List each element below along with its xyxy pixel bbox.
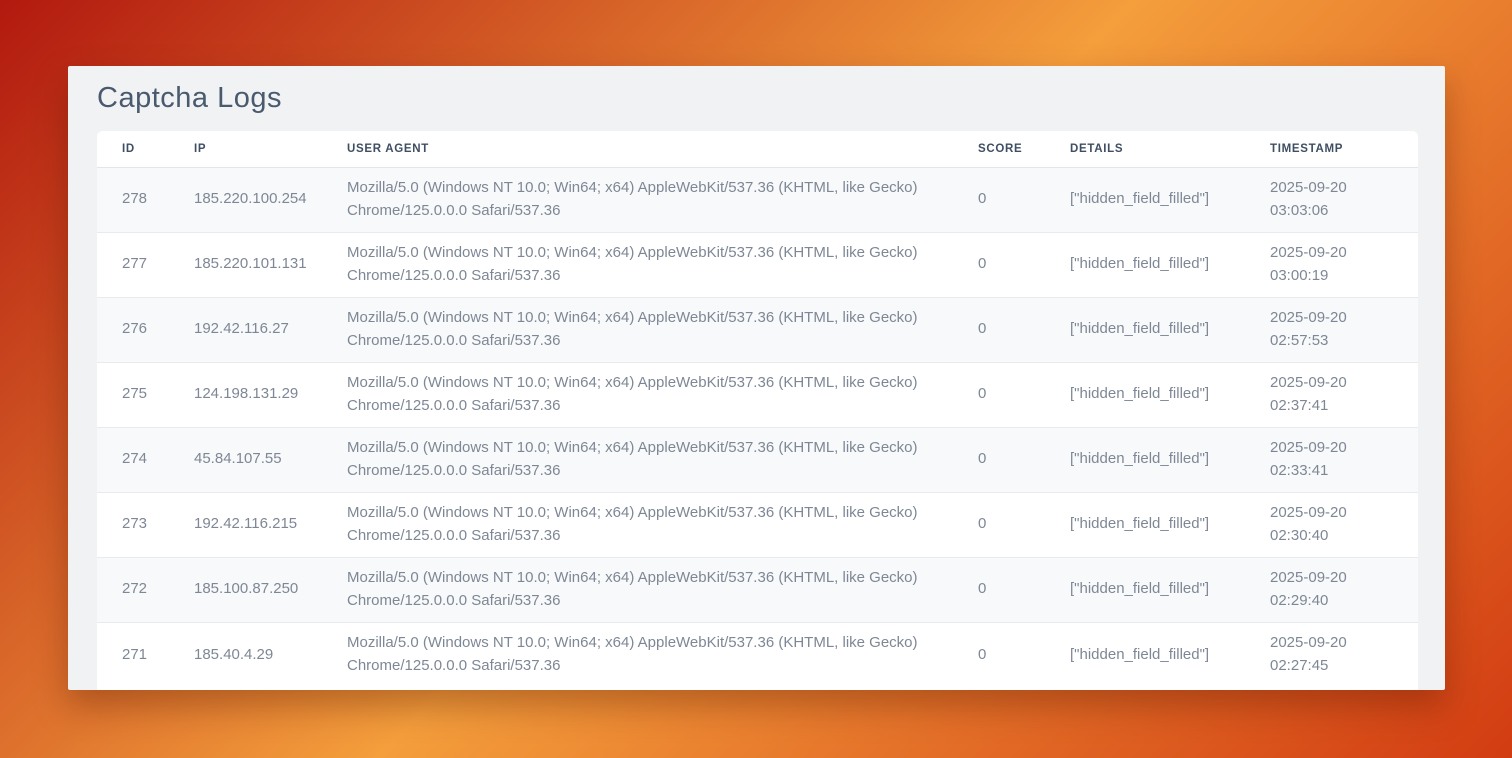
page-title: Captcha Logs (97, 82, 282, 115)
cell-details: ["hidden_field_filled"] (1045, 167, 1245, 232)
cell-id: 271 (97, 622, 169, 687)
cell-id: 276 (97, 297, 169, 362)
cell-details: ["hidden_field_filled"] (1045, 427, 1245, 492)
cell-score: 0 (953, 622, 1045, 687)
cell-score: 0 (953, 557, 1045, 622)
table-row: 273 192.42.116.215 Mozilla/5.0 (Windows … (97, 492, 1418, 557)
captcha-logs-card: Captcha Logs ID IP USER AGENT SCORE DETA… (68, 66, 1445, 690)
app-background: { "page": { "title": "Captcha Logs" }, "… (0, 0, 1512, 758)
cell-ip: 185.40.4.29 (169, 622, 322, 687)
cell-ip: 185.220.100.254 (169, 167, 322, 232)
column-header-score: SCORE (953, 131, 1045, 167)
cell-timestamp: 2025-09-20 03:00:19 (1245, 232, 1418, 297)
cell-details: ["hidden_field_filled"] (1045, 557, 1245, 622)
cell-score: 0 (953, 167, 1045, 232)
cell-score: 0 (953, 232, 1045, 297)
table-body: 278 185.220.100.254 Mozilla/5.0 (Windows… (97, 167, 1418, 687)
cell-score: 0 (953, 362, 1045, 427)
cell-id: 278 (97, 167, 169, 232)
table-header-row: ID IP USER AGENT SCORE DETAILS TIMESTAMP (97, 131, 1418, 167)
cell-score: 0 (953, 492, 1045, 557)
table-row: 271 185.40.4.29 Mozilla/5.0 (Windows NT … (97, 622, 1418, 687)
cell-timestamp: 2025-09-20 02:33:41 (1245, 427, 1418, 492)
captcha-logs-table: ID IP USER AGENT SCORE DETAILS TIMESTAMP… (97, 131, 1418, 687)
cell-user-agent: Mozilla/5.0 (Windows NT 10.0; Win64; x64… (322, 362, 953, 427)
cell-timestamp: 2025-09-20 02:57:53 (1245, 297, 1418, 362)
cell-details: ["hidden_field_filled"] (1045, 362, 1245, 427)
cell-details: ["hidden_field_filled"] (1045, 622, 1245, 687)
cell-user-agent: Mozilla/5.0 (Windows NT 10.0; Win64; x64… (322, 297, 953, 362)
cell-ip: 192.42.116.27 (169, 297, 322, 362)
cell-user-agent: Mozilla/5.0 (Windows NT 10.0; Win64; x64… (322, 492, 953, 557)
column-header-user-agent: USER AGENT (322, 131, 953, 167)
table-header: ID IP USER AGENT SCORE DETAILS TIMESTAMP (97, 131, 1418, 167)
cell-score: 0 (953, 297, 1045, 362)
cell-id: 274 (97, 427, 169, 492)
cell-user-agent: Mozilla/5.0 (Windows NT 10.0; Win64; x64… (322, 622, 953, 687)
cell-timestamp: 2025-09-20 02:27:45 (1245, 622, 1418, 687)
cell-user-agent: Mozilla/5.0 (Windows NT 10.0; Win64; x64… (322, 557, 953, 622)
captcha-logs-table-panel: ID IP USER AGENT SCORE DETAILS TIMESTAMP… (97, 131, 1418, 690)
cell-timestamp: 2025-09-20 02:30:40 (1245, 492, 1418, 557)
column-header-details: DETAILS (1045, 131, 1245, 167)
cell-ip: 185.100.87.250 (169, 557, 322, 622)
table-row: 272 185.100.87.250 Mozilla/5.0 (Windows … (97, 557, 1418, 622)
column-header-id: ID (97, 131, 169, 167)
column-header-ip: IP (169, 131, 322, 167)
cell-timestamp: 2025-09-20 02:29:40 (1245, 557, 1418, 622)
table-row: 276 192.42.116.27 Mozilla/5.0 (Windows N… (97, 297, 1418, 362)
table-row: 277 185.220.101.131 Mozilla/5.0 (Windows… (97, 232, 1418, 297)
cell-details: ["hidden_field_filled"] (1045, 232, 1245, 297)
cell-timestamp: 2025-09-20 03:03:06 (1245, 167, 1418, 232)
table-row: 275 124.198.131.29 Mozilla/5.0 (Windows … (97, 362, 1418, 427)
cell-details: ["hidden_field_filled"] (1045, 492, 1245, 557)
column-header-timestamp: TIMESTAMP (1245, 131, 1418, 167)
cell-ip: 124.198.131.29 (169, 362, 322, 427)
cell-score: 0 (953, 427, 1045, 492)
cell-id: 275 (97, 362, 169, 427)
cell-ip: 192.42.116.215 (169, 492, 322, 557)
cell-id: 273 (97, 492, 169, 557)
cell-user-agent: Mozilla/5.0 (Windows NT 10.0; Win64; x64… (322, 232, 953, 297)
cell-id: 272 (97, 557, 169, 622)
cell-ip: 45.84.107.55 (169, 427, 322, 492)
cell-ip: 185.220.101.131 (169, 232, 322, 297)
cell-user-agent: Mozilla/5.0 (Windows NT 10.0; Win64; x64… (322, 427, 953, 492)
cell-timestamp: 2025-09-20 02:37:41 (1245, 362, 1418, 427)
table-row: 278 185.220.100.254 Mozilla/5.0 (Windows… (97, 167, 1418, 232)
table-row: 274 45.84.107.55 Mozilla/5.0 (Windows NT… (97, 427, 1418, 492)
cell-id: 277 (97, 232, 169, 297)
cell-user-agent: Mozilla/5.0 (Windows NT 10.0; Win64; x64… (322, 167, 953, 232)
cell-details: ["hidden_field_filled"] (1045, 297, 1245, 362)
